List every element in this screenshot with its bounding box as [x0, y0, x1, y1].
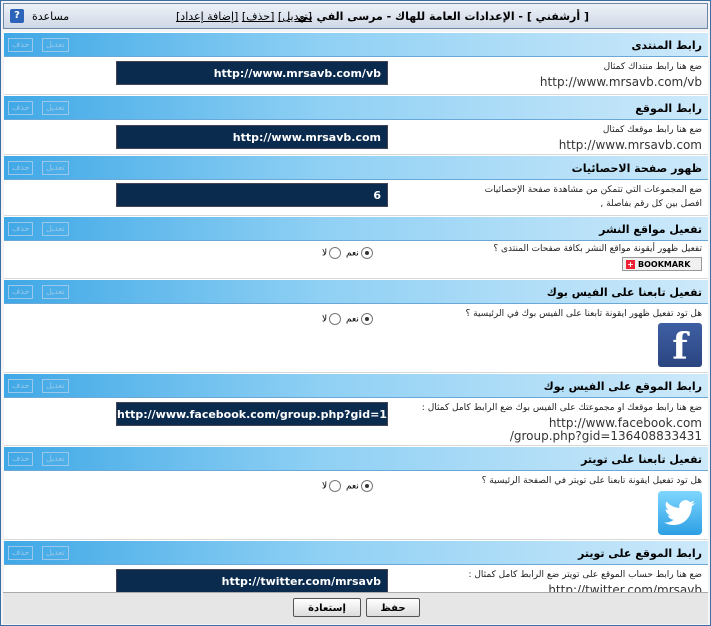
form-footer: حفظ إستعادة	[3, 592, 708, 624]
bookmark-label: BOOKMARK	[638, 260, 691, 269]
bookmark-badge: + BOOKMARK	[622, 257, 702, 271]
section-header-site-url: رابط الموقع حذف تعديل	[4, 95, 708, 120]
restore-button[interactable]: إستعادة	[293, 598, 361, 617]
mini-delete-button[interactable]: حذف	[8, 285, 34, 299]
mini-delete-button[interactable]: حذف	[8, 546, 34, 560]
mini-delete-button[interactable]: حذف	[8, 452, 34, 466]
mini-delete-button[interactable]: حذف	[8, 38, 34, 52]
mini-delete-button[interactable]: حذف	[8, 101, 34, 115]
yes-radio[interactable]	[360, 247, 373, 259]
mini-edit-button[interactable]: تعديل	[42, 222, 69, 236]
no-radio[interactable]	[329, 247, 342, 259]
setting-example: http://www.mrsavb.com	[558, 138, 702, 152]
mini-edit-button[interactable]: تعديل	[42, 546, 69, 560]
mini-edit-button[interactable]: تعديل	[42, 285, 69, 299]
section-header-facebook-follow: تفعيل تابعنا على الفيس بوك حذف تعديل	[4, 279, 708, 304]
facebook-icon: f	[658, 323, 702, 368]
mini-edit-button[interactable]: تعديل	[42, 38, 69, 52]
mini-edit-button[interactable]: تعديل	[42, 379, 69, 393]
title-actions: [تعديل] [حذف] [إضافة إعداد]	[176, 10, 312, 23]
facebook-follow-radios: نعم لا	[322, 313, 375, 325]
section-title: رابط المنتدى	[631, 39, 702, 52]
setting-example: http://www.facebook.com	[548, 416, 702, 430]
mini-delete-button[interactable]: حذف	[8, 222, 34, 236]
section-body-share-sites: تفعيل ظهور أيقونة مواقع النشر بكافة صفحا…	[4, 241, 708, 279]
section-body-stats-page: ضع المجموعات التي تتمكن من مشاهدة صفحة ا…	[4, 180, 708, 216]
section-header-facebook-url: رابط الموقع على الفيس بوك حذف تعديل	[4, 373, 708, 398]
section-body-twitter-follow: هل تود تفعيل ايقونة تابعنا على تويتر في …	[4, 471, 708, 540]
twitter-icon	[658, 491, 702, 535]
setting-description: ضع المجموعات التي تتمكن من مشاهدة صفحة ا…	[484, 185, 702, 195]
section-header-twitter-url: رابط الموقع على تويتر حذف تعديل	[4, 540, 708, 565]
section-title: تفعيل تابعنا على الفيس بوك	[546, 286, 702, 299]
setting-description-2: افصل بين كل رقم بفاصلة ,	[600, 199, 702, 209]
settings-window: [ أرشفني ] - الإعدادات العامة للهاك - مر…	[0, 0, 711, 626]
setting-description: ضع هنا رابط حساب الموقع على تويتر ضع الر…	[468, 570, 702, 580]
section-body-forum-url: ضع هنا رابط منتداك كمثال http://www.mrsa…	[4, 57, 708, 95]
setting-description: هل تود تفعيل ايقونة تابعنا على تويتر في …	[481, 476, 702, 486]
section-title: رابط الموقع	[635, 102, 702, 115]
edit-link[interactable]: [تعديل]	[278, 10, 312, 23]
no-label: لا	[322, 314, 328, 325]
share-sites-radios: نعم لا	[322, 247, 375, 259]
site-url-input[interactable]: http://www.mrsavb.com	[116, 125, 388, 149]
no-radio[interactable]	[329, 313, 342, 325]
section-title: تفعيل تابعنا على تويتر	[581, 453, 702, 466]
yes-radio[interactable]	[360, 480, 373, 492]
section-header-forum-url: رابط المنتدى حذف تعديل	[4, 32, 708, 57]
section-title: رابط الموقع على الفيس بوك	[543, 380, 702, 393]
mini-edit-button[interactable]: تعديل	[42, 161, 69, 175]
section-header-twitter-follow: تفعيل تابعنا على تويتر حذف تعديل	[4, 446, 708, 471]
setting-description: ضع هنا رابط منتداك كمثال	[603, 62, 702, 72]
setting-description: ضع هنا رابط موقعك كمثال	[602, 125, 702, 135]
setting-example-2: /group.php?gid=136408833431	[509, 429, 702, 443]
section-title: رابط الموقع على تويتر	[577, 547, 702, 560]
section-header-stats-page: ظهور صفحة الاحصائيات حذف تعديل	[4, 155, 708, 180]
facebook-url-input[interactable]: http://www.facebook.com/group.php?gid=13…	[116, 402, 388, 426]
twitter-url-input[interactable]: http://twitter.com/mrsavb	[116, 569, 388, 593]
help-link[interactable]: مساعدة	[32, 10, 69, 23]
setting-description: تفعيل ظهور أيقونة مواقع النشر بكافة صفحا…	[493, 244, 702, 254]
window-title: [ أرشفني ] - الإعدادات العامة للهاك - مر…	[297, 10, 589, 23]
section-body-facebook-url: ضع هنا رابط موقعك او مجموعتك على الفيس ب…	[4, 398, 708, 446]
forum-url-input[interactable]: http://www.mrsavb.com/vb	[116, 61, 388, 85]
mini-delete-button[interactable]: حذف	[8, 379, 34, 393]
yes-label: نعم	[346, 314, 359, 325]
section-header-share-sites: تفعيل مواقع النشر حذف تعديل	[4, 216, 708, 241]
mini-delete-button[interactable]: حذف	[8, 161, 34, 175]
add-setting-link[interactable]: [إضافة إعداد]	[176, 10, 238, 23]
setting-description: هل تود تفعيل ظهور ايقونة تابعنا على الفي…	[465, 309, 702, 319]
section-body-facebook-follow: هل تود تفعيل ظهور ايقونة تابعنا على الفي…	[4, 304, 708, 373]
delete-link[interactable]: [حذف]	[242, 10, 275, 23]
help-icon[interactable]: ?	[10, 9, 24, 23]
yes-label: نعم	[346, 248, 359, 259]
no-label: لا	[322, 481, 328, 492]
no-radio[interactable]	[329, 480, 342, 492]
mini-edit-button[interactable]: تعديل	[42, 101, 69, 115]
no-label: لا	[322, 248, 328, 259]
yes-radio[interactable]	[360, 313, 373, 325]
settings-list: رابط المنتدى حذف تعديل ضع هنا رابط منتدا…	[4, 32, 708, 600]
twitter-bird-icon	[664, 500, 695, 526]
stats-groups-input[interactable]: 6	[116, 183, 388, 207]
section-title: تفعيل مواقع النشر	[599, 223, 702, 236]
setting-description: ضع هنا رابط موقعك او مجموعتك على الفيس ب…	[421, 403, 702, 413]
section-body-site-url: ضع هنا رابط موقعك كمثال http://www.mrsav…	[4, 120, 708, 155]
section-title: ظهور صفحة الاحصائيات	[571, 162, 702, 175]
yes-label: نعم	[346, 481, 359, 492]
twitter-follow-radios: نعم لا	[322, 480, 375, 492]
save-button[interactable]: حفظ	[366, 598, 420, 617]
mini-edit-button[interactable]: تعديل	[42, 452, 69, 466]
setting-example: http://www.mrsavb.com/vb	[539, 75, 702, 89]
window-titlebar: [ أرشفني ] - الإعدادات العامة للهاك - مر…	[3, 3, 708, 29]
